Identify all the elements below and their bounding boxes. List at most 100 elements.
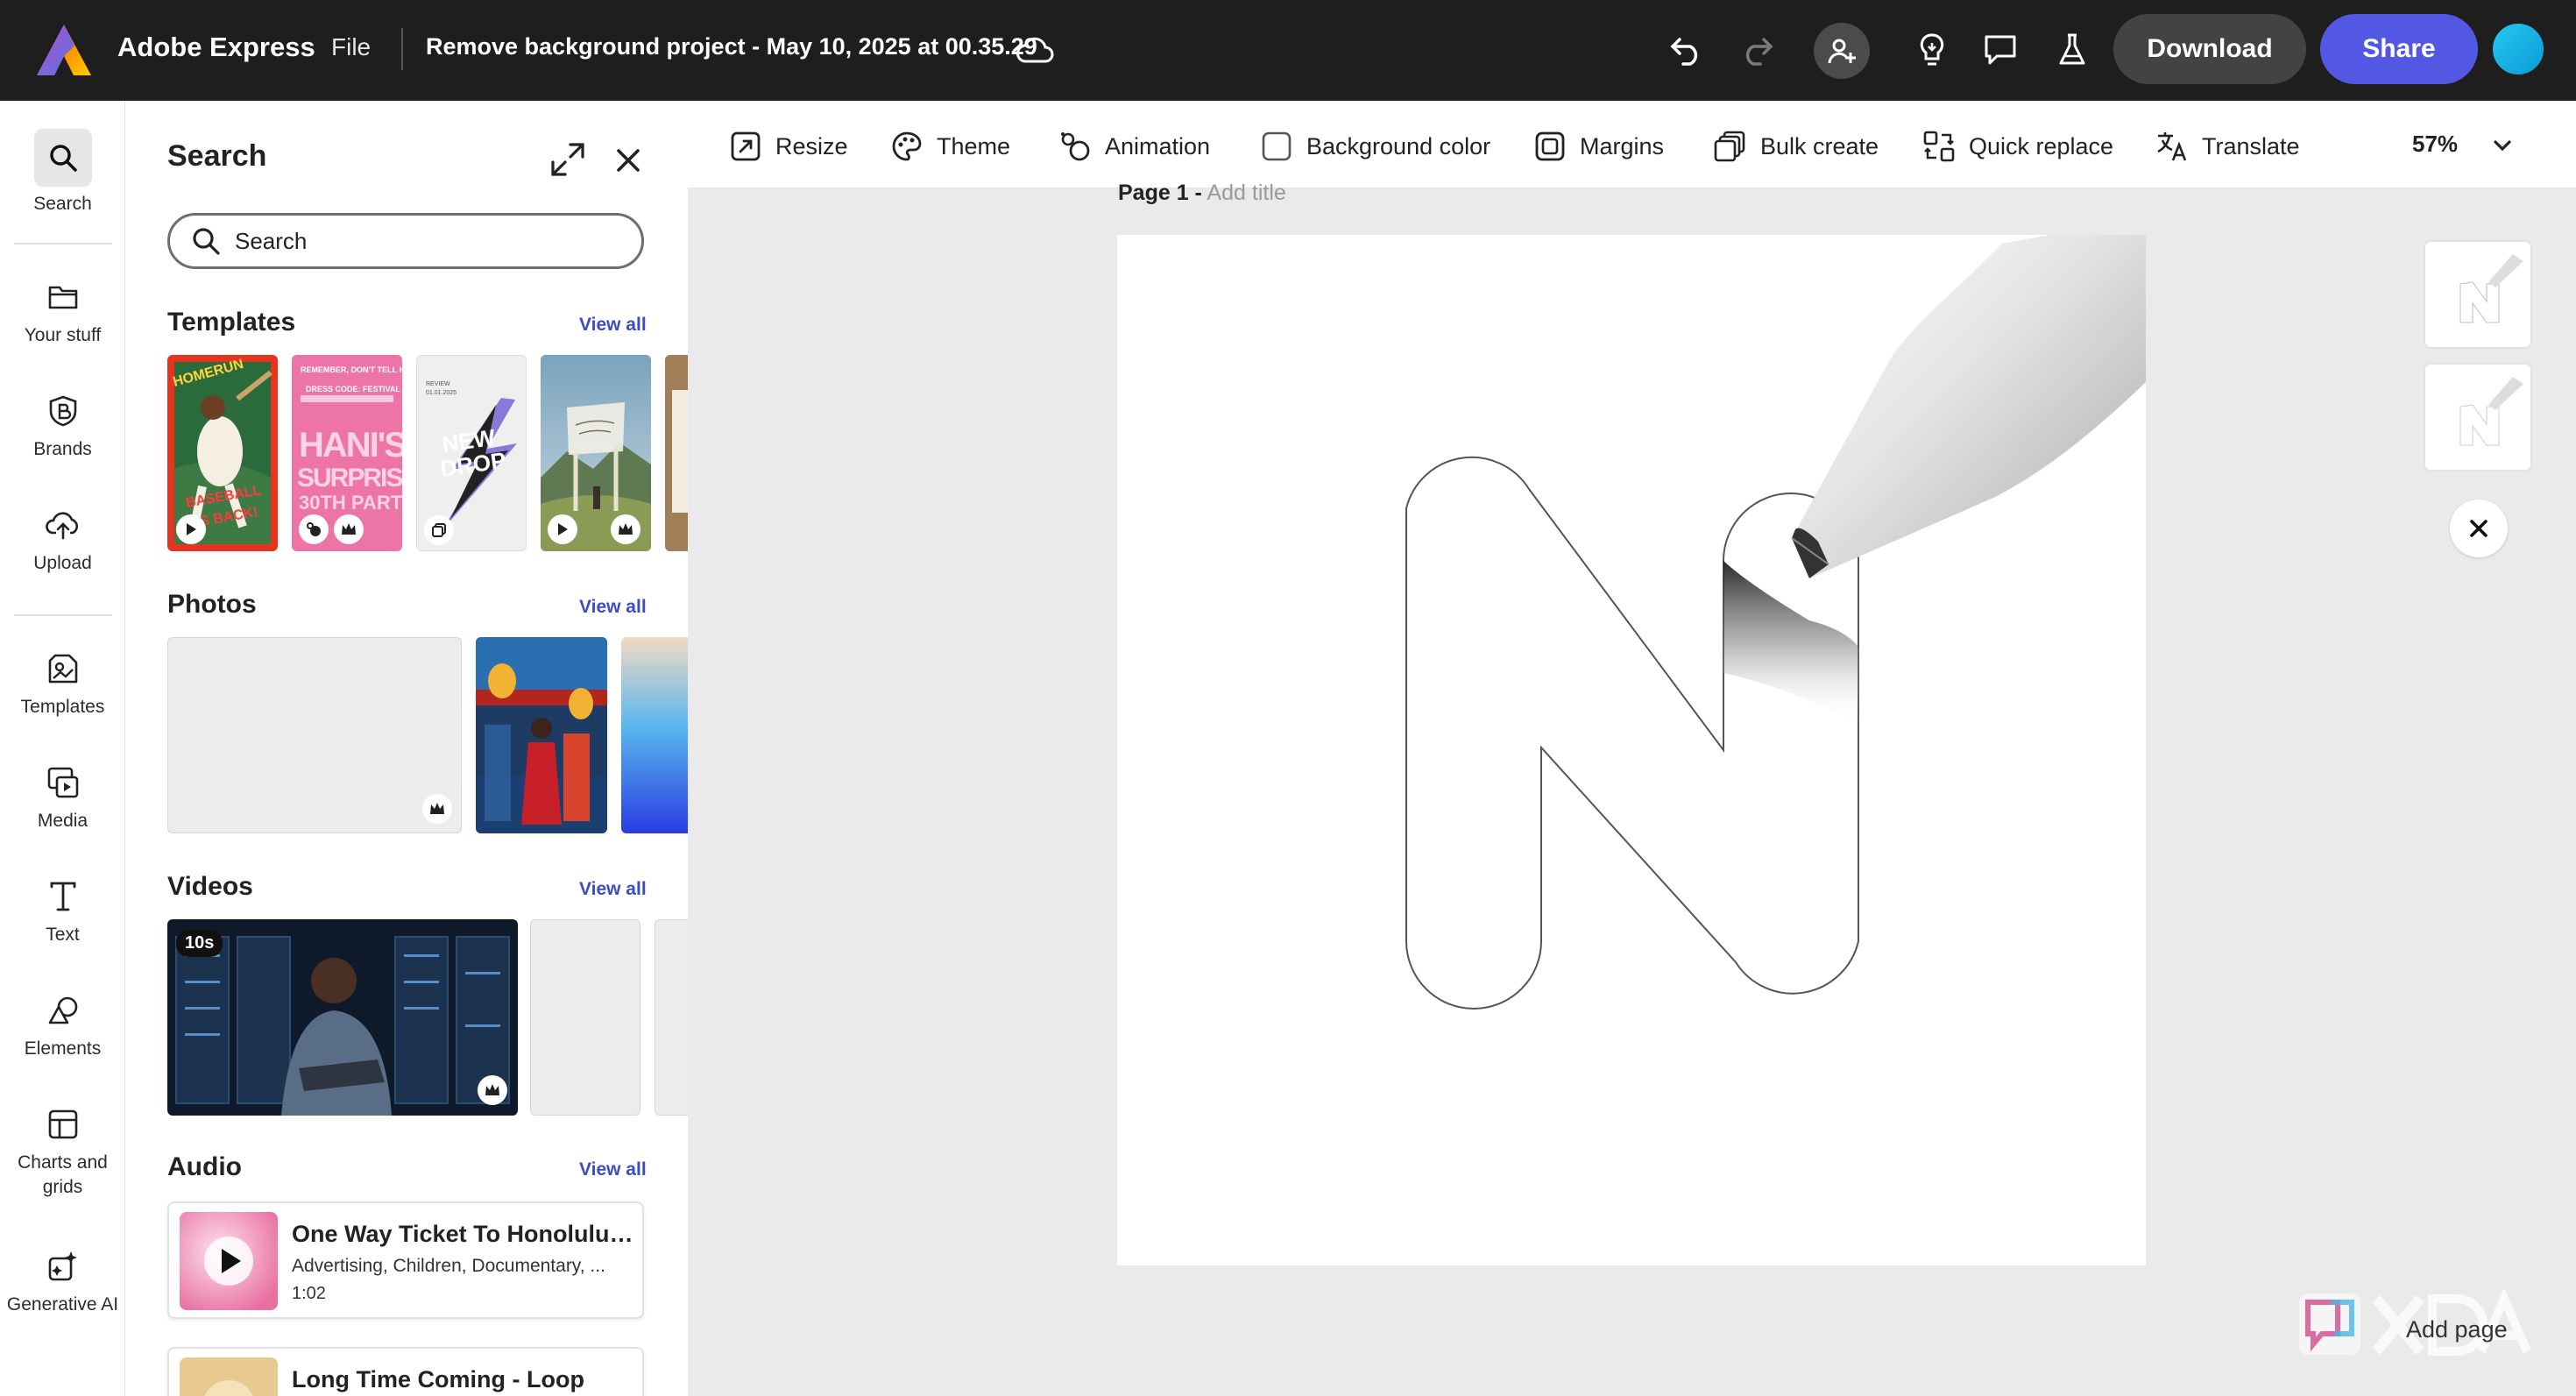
- videos-view-all-link[interactable]: View all: [579, 879, 647, 900]
- tool-label: Margins: [1580, 132, 1665, 159]
- search-field[interactable]: [167, 213, 644, 269]
- top-bar: Adobe Express File Remove background pro…: [0, 0, 2576, 101]
- audio-title: One Way Ticket To Honolulu -...: [292, 1221, 633, 1247]
- animation-button[interactable]: Animation: [1058, 127, 1210, 166]
- page-number: Page 1 -: [1118, 181, 1202, 205]
- comment-icon[interactable]: [1977, 26, 2024, 74]
- search-icon: [193, 228, 220, 255]
- avatar[interactable]: [2490, 21, 2546, 77]
- photos-heading: Photos: [167, 590, 257, 619]
- template-thumb[interactable]: HOMERUN BASEBALL IS BACK!: [167, 355, 278, 551]
- file-menu[interactable]: File: [331, 33, 371, 61]
- lightbulb-icon[interactable]: [1908, 26, 1956, 74]
- svg-text:SURPRISE: SURPRISE: [297, 464, 402, 492]
- text-icon: [42, 875, 84, 918]
- resize-button[interactable]: Resize: [728, 127, 848, 166]
- video-thumb[interactable]: [530, 919, 640, 1116]
- rail-item-text[interactable]: Text: [0, 875, 125, 947]
- page-thumbnail[interactable]: [2424, 240, 2532, 349]
- rail-item-charts-and-grids[interactable]: Charts and grids: [0, 1103, 125, 1200]
- expand-icon[interactable]: [548, 139, 588, 180]
- search-input[interactable]: [233, 226, 601, 256]
- audio-title: Long Time Coming - Loop: [292, 1366, 584, 1392]
- zoom-level[interactable]: 57%: [2412, 131, 2458, 158]
- rail-item-label: Brands: [33, 439, 92, 459]
- templates-heading: Templates: [167, 308, 296, 337]
- premium-crown-icon: [334, 514, 364, 544]
- audio-track[interactable]: One Way Ticket To Honolulu -... Advertis…: [167, 1201, 644, 1319]
- close-icon[interactable]: [2450, 500, 2508, 557]
- redo-icon[interactable]: [1733, 26, 1780, 74]
- quick-replace-button[interactable]: Quick replace: [1921, 127, 2113, 166]
- rail-item-label: Charts and grids: [18, 1152, 108, 1197]
- audio-track[interactable]: Long Time Coming - Loop: [167, 1347, 644, 1396]
- rail-item-upload[interactable]: Upload: [0, 504, 125, 576]
- template-thumb[interactable]: [541, 355, 651, 551]
- chevron-down-icon[interactable]: [2489, 132, 2516, 159]
- rail-item-search[interactable]: Search: [0, 129, 125, 216]
- download-button[interactable]: Download: [2113, 14, 2306, 84]
- editor-toolbar: Resize Theme Animation Background color …: [688, 101, 2576, 188]
- svg-text:REMEMBER, DON'T TELL HANI: REMEMBER, DON'T TELL HANI: [301, 365, 402, 374]
- bulk-create-button[interactable]: Bulk create: [1713, 127, 1879, 166]
- bulk-create-icon: [1713, 129, 1748, 164]
- undo-icon[interactable]: [1663, 26, 1710, 74]
- photo-thumb[interactable]: [167, 637, 462, 833]
- charts-grids-icon: [42, 1103, 84, 1145]
- adobe-express-logo[interactable]: [35, 23, 93, 77]
- tool-label: Translate: [2202, 132, 2300, 159]
- audio-view-all-link[interactable]: View all: [579, 1159, 647, 1180]
- margins-icon: [1532, 129, 1568, 164]
- template-thumb[interactable]: [665, 355, 688, 551]
- photo-thumb[interactable]: [621, 637, 688, 833]
- video-thumb[interactable]: [655, 919, 688, 1116]
- close-icon[interactable]: [611, 143, 646, 178]
- invite-user-button[interactable]: [1814, 23, 1870, 79]
- document-title[interactable]: Remove background project - May 10, 2025…: [426, 33, 1037, 60]
- premium-crown-icon: [478, 1075, 507, 1105]
- background-color-swatch-icon: [1259, 129, 1294, 164]
- labs-flask-icon[interactable]: [2049, 26, 2096, 74]
- add-page-button[interactable]: Add page: [2406, 1316, 2508, 1343]
- rail-item-brands[interactable]: Brands: [0, 390, 125, 462]
- template-thumb[interactable]: REVIEW 01.01.2025 NEW DROP: [416, 355, 527, 551]
- add-title-field[interactable]: Add title: [1207, 181, 1285, 205]
- rail-item-label: Your stuff: [24, 325, 102, 345]
- rail-item-templates[interactable]: Templates: [0, 648, 125, 719]
- theme-button[interactable]: Theme: [889, 127, 1010, 166]
- background-color-button[interactable]: Background color: [1259, 127, 1490, 166]
- rail-item-media[interactable]: Media: [0, 762, 125, 833]
- translate-button[interactable]: Translate: [2155, 127, 2300, 166]
- templates-view-all-link[interactable]: View all: [579, 315, 647, 336]
- photos-view-all-link[interactable]: View all: [579, 597, 647, 618]
- divider: [401, 28, 403, 70]
- animation-icon: [1058, 129, 1093, 164]
- page-label: Page 1 - Add title: [1118, 181, 1286, 206]
- cloud-sync-icon[interactable]: [1011, 26, 1058, 74]
- tool-label: Bulk create: [1760, 132, 1879, 159]
- tool-label: Quick replace: [1969, 132, 2114, 159]
- photo-thumb[interactable]: [476, 637, 607, 833]
- audio-artwork: [180, 1357, 278, 1396]
- page-thumbnail[interactable]: [2424, 363, 2532, 471]
- video-thumb[interactable]: 10s: [167, 919, 518, 1116]
- rail-item-label: Media: [37, 811, 88, 831]
- svg-text:HANI'S: HANI'S: [299, 426, 402, 464]
- duration-badge: 10s: [176, 930, 223, 957]
- rail-item-your-stuff[interactable]: Your stuff: [0, 276, 125, 348]
- divider: [14, 614, 112, 616]
- left-rail: Search Your stuff Brands Upload Template…: [0, 101, 125, 1396]
- artboard[interactable]: [1117, 235, 2146, 1265]
- audio-artwork: [180, 1212, 278, 1310]
- rail-item-generative-ai[interactable]: Generative AI: [0, 1245, 125, 1317]
- tool-label: Background color: [1306, 132, 1491, 159]
- search-panel: Search Templates View all HOMERUN BASEBA…: [125, 101, 688, 1396]
- templates-icon: [42, 648, 84, 690]
- panel-title: Search: [167, 139, 267, 173]
- svg-text:DRESS CODE: FESTIVAL STYLE: DRESS CODE: FESTIVAL STYLE: [306, 385, 402, 393]
- share-button[interactable]: Share: [2320, 14, 2478, 84]
- template-thumb[interactable]: REMEMBER, DON'T TELL HANI DRESS CODE: FE…: [292, 355, 402, 551]
- margins-button[interactable]: Margins: [1532, 127, 1664, 166]
- rail-item-label: Elements: [24, 1038, 102, 1059]
- rail-item-elements[interactable]: Elements: [0, 989, 125, 1061]
